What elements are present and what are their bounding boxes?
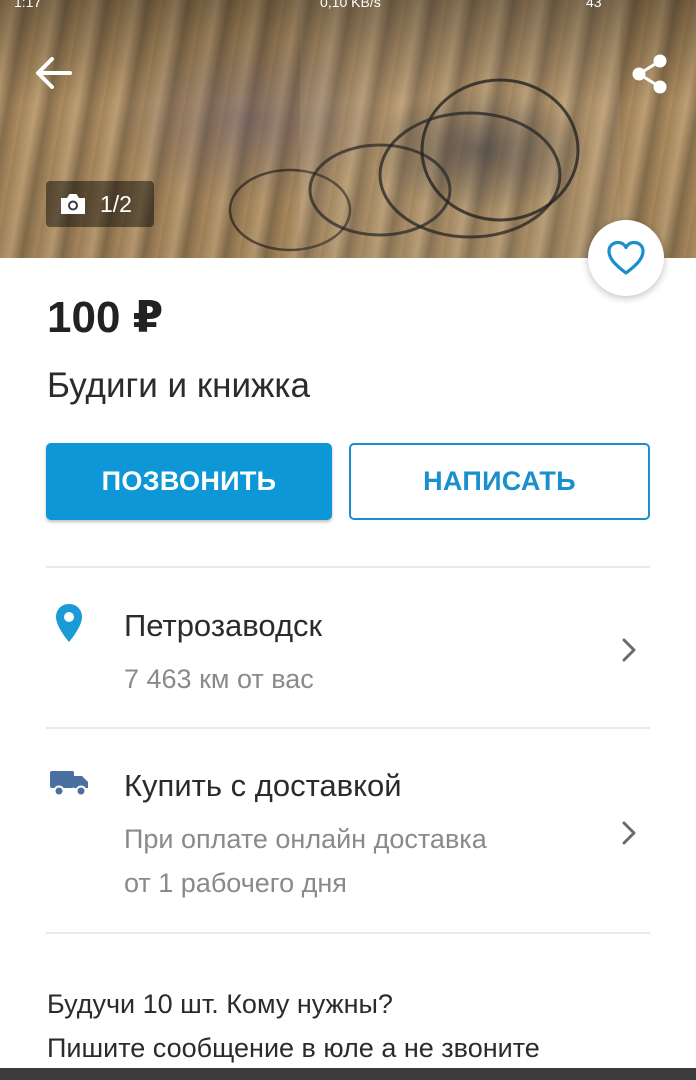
location-pin-icon [56, 604, 82, 642]
heart-icon [607, 240, 645, 275]
share-icon [632, 54, 667, 94]
arrow-left-icon [36, 57, 72, 89]
delivery-info-line1: При оплате онлайн доставка [124, 824, 487, 854]
divider [46, 727, 650, 729]
divider [46, 566, 650, 568]
description-line: Пишите сообщение в юле а не звоните [47, 1033, 540, 1063]
delivery-title: Купить с доставкой [124, 768, 402, 803]
bottom-navigation-bar [0, 1068, 696, 1080]
listing-title: Будиги и книжка [47, 366, 310, 405]
share-button[interactable] [626, 50, 674, 98]
photo-counter-text: 1/2 [100, 190, 132, 217]
back-button[interactable] [30, 52, 78, 94]
favorite-button[interactable] [588, 220, 664, 296]
location-distance: 7 463 км от вас [124, 664, 314, 694]
write-message-button[interactable]: НАПИСАТЬ [349, 443, 650, 520]
listing-description: Будучи 10 шт. Кому нужны? Пишите сообщен… [47, 982, 667, 1070]
location-city: Петрозаводск [124, 608, 323, 643]
call-button[interactable]: ПОЗВОНИТЬ [46, 443, 332, 520]
listing-price: 100 ₽ [47, 293, 164, 342]
divider [46, 932, 650, 934]
status-bar: 1:17 0,10 KB/s 43 [0, 0, 696, 10]
truck-icon [50, 771, 88, 797]
chevron-right-icon [622, 821, 636, 845]
status-network-speed: 0,10 KB/s [320, 0, 381, 10]
status-battery: 43 [586, 0, 602, 10]
camera-icon [61, 194, 85, 214]
status-time: 1:17 [14, 0, 42, 10]
chevron-right-icon [622, 638, 636, 662]
delivery-info-line2: от 1 рабочего дня [124, 868, 347, 898]
photo-counter: 1/2 [46, 181, 154, 227]
description-line: Будучи 10 шт. Кому нужны? [47, 989, 393, 1019]
